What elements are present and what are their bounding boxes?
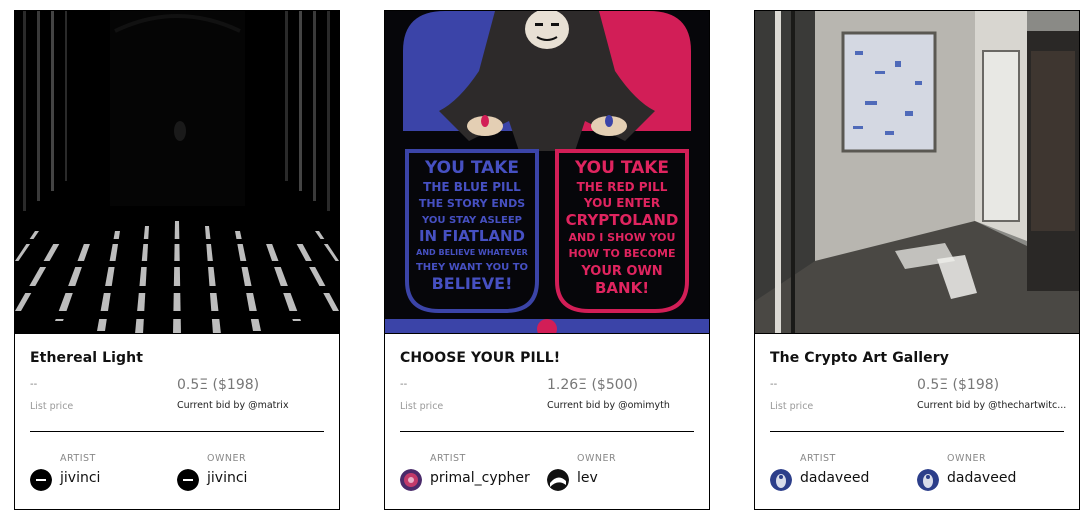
- current-bid-price: 0.5Ξ ($198): [917, 377, 1000, 393]
- artist-name-link[interactable]: primal_cypher: [430, 470, 530, 486]
- ethereal-light-artwork: [15, 11, 339, 333]
- owner-name-link[interactable]: jivinci: [207, 470, 247, 486]
- nft-card-ethereal-light[interactable]: Ethereal Light -- List price 0.5Ξ ($198)…: [14, 10, 340, 510]
- svg-text:BELIEVE!: BELIEVE!: [432, 274, 513, 293]
- svg-text:AND I SHOW YOU: AND I SHOW YOU: [569, 231, 676, 244]
- artist-name-link[interactable]: dadaveed: [800, 470, 869, 486]
- svg-text:YOUR OWN: YOUR OWN: [580, 264, 662, 279]
- artwork-image[interactable]: YOU TAKE THE BLUE PILL THE STORY ENDS YO…: [385, 11, 709, 334]
- list-price-value: --: [30, 379, 38, 390]
- svg-text:THE STORY ENDS: THE STORY ENDS: [419, 197, 525, 210]
- artist-avatar[interactable]: [30, 469, 52, 491]
- list-price-label: List price: [400, 401, 444, 412]
- artist-avatar[interactable]: [400, 469, 422, 491]
- svg-text:BANK!: BANK!: [595, 279, 649, 297]
- owner-name-link[interactable]: lev: [577, 470, 598, 486]
- choose-your-pill-artwork: YOU TAKE THE BLUE PILL THE STORY ENDS YO…: [385, 11, 709, 333]
- svg-text:THEY WANT YOU TO: THEY WANT YOU TO: [416, 262, 528, 273]
- svg-text:YOU STAY ASLEEP: YOU STAY ASLEEP: [421, 215, 522, 226]
- card-title[interactable]: Ethereal Light: [30, 350, 143, 366]
- svg-text:YOU TAKE: YOU TAKE: [424, 158, 519, 178]
- list-price-label: List price: [30, 401, 74, 412]
- artist-label: ARTIST: [800, 453, 836, 464]
- current-bid-price: 1.26Ξ ($500): [547, 377, 639, 393]
- list-price-label: List price: [770, 401, 814, 412]
- svg-text:IN FIATLAND: IN FIATLAND: [419, 227, 525, 245]
- svg-text:THE BLUE PILL: THE BLUE PILL: [423, 180, 521, 194]
- svg-text:CRYPTOLAND: CRYPTOLAND: [566, 211, 679, 229]
- owner-label: OWNER: [207, 453, 247, 464]
- svg-text:YOU TAKE: YOU TAKE: [574, 158, 669, 178]
- artist-label: ARTIST: [430, 453, 466, 464]
- owner-name-link[interactable]: dadaveed: [947, 470, 1016, 486]
- owner-avatar[interactable]: [177, 469, 199, 491]
- divider: [400, 431, 694, 432]
- divider: [30, 431, 324, 432]
- list-price-value: --: [770, 379, 778, 390]
- current-bid-label: Current bid by @thechartwitc...: [917, 400, 1067, 411]
- artist-label: ARTIST: [60, 453, 96, 464]
- artwork-image[interactable]: [15, 11, 339, 334]
- card-title[interactable]: CHOOSE YOUR PILL!: [400, 350, 560, 366]
- nft-card-choose-your-pill[interactable]: YOU TAKE THE BLUE PILL THE STORY ENDS YO…: [384, 10, 710, 510]
- svg-text:THE RED PILL: THE RED PILL: [577, 180, 668, 194]
- owner-label: OWNER: [947, 453, 987, 464]
- artist-avatar[interactable]: [770, 469, 792, 491]
- current-bid-price: 0.5Ξ ($198): [177, 377, 260, 393]
- svg-text:YOU ENTER: YOU ENTER: [583, 196, 660, 210]
- crypto-art-gallery-artwork: [755, 11, 1079, 333]
- svg-text:HOW TO BECOME: HOW TO BECOME: [569, 247, 676, 260]
- card-title[interactable]: The Crypto Art Gallery: [770, 350, 949, 366]
- owner-label: OWNER: [577, 453, 617, 464]
- divider: [770, 431, 1064, 432]
- artist-name-link[interactable]: jivinci: [60, 470, 100, 486]
- current-bid-label: Current bid by @omimyth: [547, 400, 670, 411]
- owner-avatar[interactable]: [547, 469, 569, 491]
- owner-avatar[interactable]: [917, 469, 939, 491]
- current-bid-label: Current bid by @matrix: [177, 400, 289, 411]
- nft-card-crypto-art-gallery[interactable]: The Crypto Art Gallery -- List price 0.5…: [754, 10, 1080, 510]
- svg-text:AND BELIEVE WHATEVER: AND BELIEVE WHATEVER: [416, 248, 528, 257]
- list-price-value: --: [400, 379, 408, 390]
- artwork-image[interactable]: [755, 11, 1079, 334]
